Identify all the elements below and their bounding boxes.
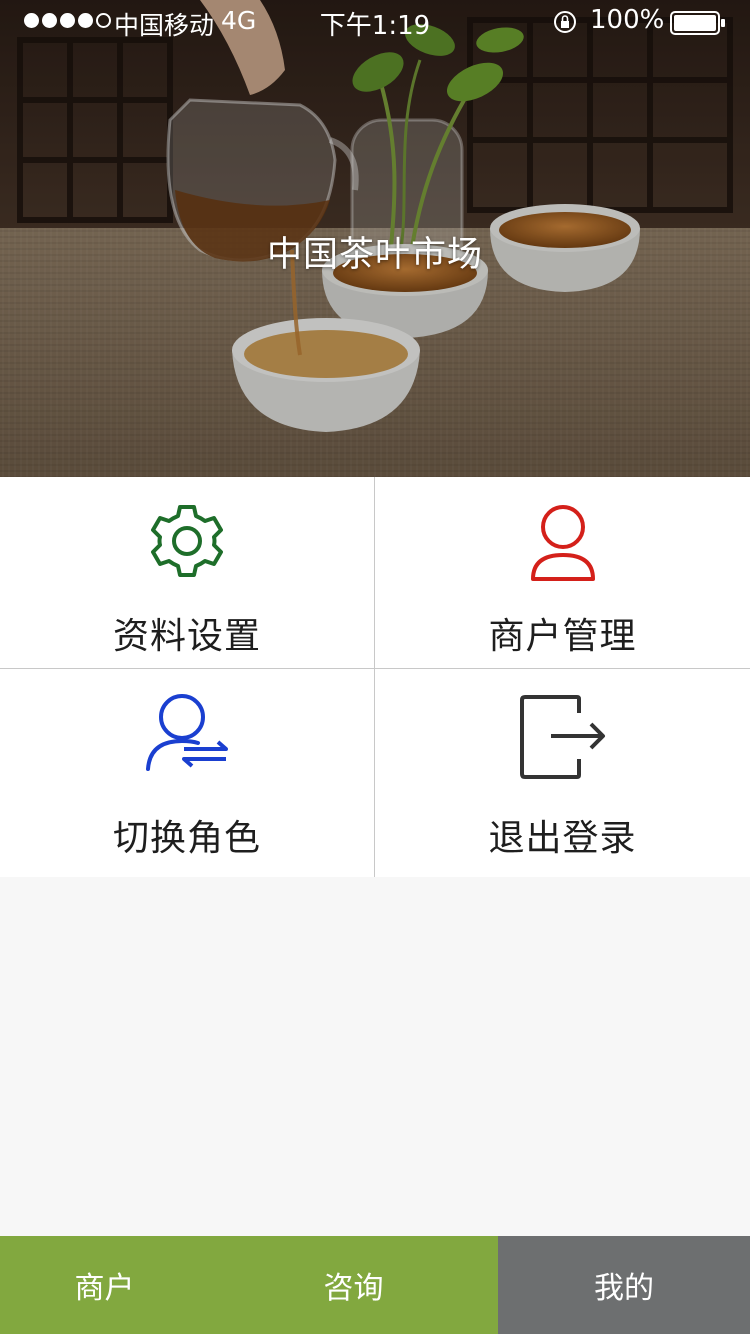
menu-item-label: 商户管理 — [488, 616, 637, 657]
menu-grid: 资料设置 商户管理 切换角色 退出登录 — [0, 477, 750, 877]
logout-button[interactable]: 退出登录 — [375, 669, 750, 877]
menu-item-label: 资料设置 — [112, 616, 261, 657]
tab-mine[interactable]: 我的 — [498, 1236, 750, 1334]
gear-icon — [147, 501, 227, 585]
status-bar: 中国移动 4G 下午1:19 100% — [0, 0, 750, 42]
switch-role-button[interactable]: 切换角色 — [0, 669, 375, 877]
hero-banner: 中国茶叶市场 — [0, 0, 750, 477]
user-icon — [523, 501, 603, 589]
tab-merchant[interactable]: 商户 — [0, 1236, 209, 1334]
battery-percent: 100% — [590, 5, 665, 35]
profile-settings-button[interactable]: 资料设置 — [0, 477, 375, 669]
switch-user-icon — [142, 691, 232, 777]
rotation-lock-icon — [552, 9, 578, 41]
battery-icon — [670, 11, 726, 41]
menu-item-label: 切换角色 — [112, 818, 261, 859]
logout-icon — [519, 695, 607, 783]
menu-item-label: 退出登录 — [488, 818, 637, 859]
merchant-management-button[interactable]: 商户管理 — [375, 477, 750, 669]
tab-consult[interactable]: 咨询 — [209, 1236, 498, 1334]
hero-title: 中国茶叶市场 — [266, 235, 483, 275]
bottom-tab-bar: 商户 咨询 我的 — [0, 1236, 750, 1334]
